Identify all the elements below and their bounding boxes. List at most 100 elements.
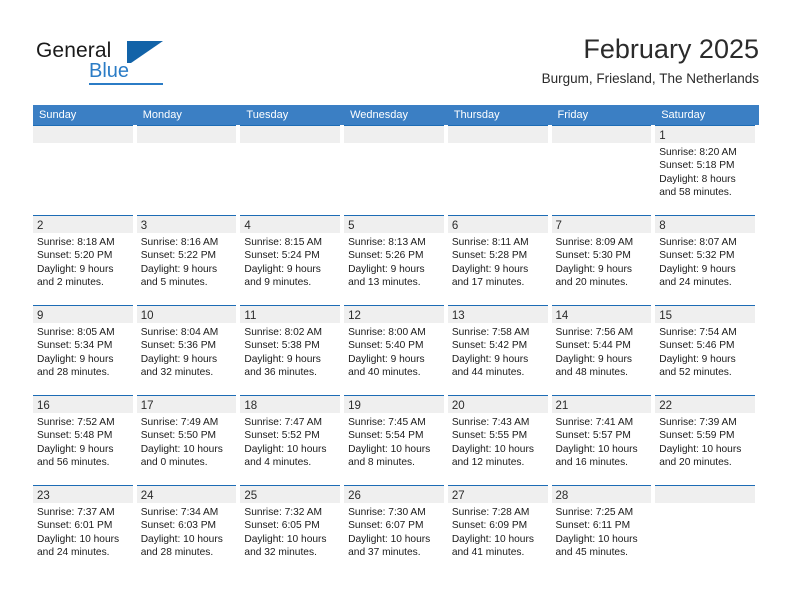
calendar-cell-empty	[136, 125, 241, 215]
day-details: Sunrise: 7:28 AM Sunset: 6:09 PM Daylight:…	[448, 503, 548, 560]
sunrise-text: Sunrise: 7:37 AM	[37, 507, 115, 518]
calendar-cell-empty	[447, 125, 552, 215]
daylight-text: Daylight: 10 hours and 20 minutes.	[659, 443, 742, 469]
day-number-band	[344, 126, 444, 143]
daylight-text: Daylight: 10 hours and 8 minutes.	[348, 443, 431, 469]
sunrise-text: Sunrise: 7:34 AM	[140, 507, 219, 518]
calendar-day-cell[interactable]: 1 Sunrise: 8:20 AM Sunset: 5:18 PM Daylight…	[655, 125, 759, 215]
day-number: 16	[37, 400, 50, 412]
daylight-text: Daylight: 10 hours and 16 minutes.	[555, 443, 638, 469]
calendar-cell-empty	[344, 125, 448, 215]
day-number: 25	[244, 490, 258, 502]
daylight-text: Daylight: 10 hours and 0 minutes.	[140, 443, 223, 469]
calendar-day-cell[interactable]: 9 Sunrise: 8:05 AM Sunset: 5:34 PM Daylight…	[33, 305, 137, 395]
calendar-day-cell[interactable]: 3 Sunrise: 8:16 AM Sunset: 5:22 PM Daylight…	[136, 215, 241, 305]
day-number: 23	[37, 490, 50, 502]
sunrise-text: Sunrise: 8:02 AM	[244, 327, 322, 338]
day-number: 10	[140, 310, 154, 322]
calendar-week-row: 2 Sunrise: 8:18 AM Sunset: 5:20 PM Daylight…	[33, 215, 759, 305]
daylight-text: Daylight: 10 hours and 28 minutes.	[140, 533, 223, 559]
calendar-day-cell[interactable]: 24 Sunrise: 7:34 AM Sunset: 6:03 PM Dayligh…	[136, 485, 241, 575]
day-number-band: 23	[33, 486, 133, 503]
day-details: Sunrise: 8:15 AM Sunset: 5:24 PM Daylight:…	[240, 233, 340, 290]
calendar-day-cell[interactable]: 23 Sunrise: 7:37 AM Sunset: 6:01 PM Dayligh…	[33, 485, 137, 575]
sunset-text: Sunset: 5:30 PM	[555, 250, 631, 262]
calendar-day-cell[interactable]: 21 Sunrise: 7:41 AM Sunset: 5:57 PM Dayligh…	[551, 395, 656, 485]
calendar-day-cell[interactable]: 5 Sunrise: 8:13 AM Sunset: 5:26 PM Daylight…	[344, 215, 448, 305]
day-details: Sunrise: 8:20 AM Sunset: 5:18 PM Daylight:…	[655, 143, 755, 200]
calendar-day-cell[interactable]: 11 Sunrise: 8:02 AM Sunset: 5:38 PM Dayligh…	[240, 305, 344, 395]
calendar-day-cell[interactable]: 25 Sunrise: 7:32 AM Sunset: 6:05 PM Dayligh…	[240, 485, 344, 575]
daylight-text: Daylight: 9 hours and 17 minutes.	[451, 263, 529, 289]
calendar-cell-inner: 20 Sunrise: 7:43 AM Sunset: 5:55 PM Dayligh…	[447, 395, 548, 485]
sunrise-text: Sunrise: 7:41 AM	[555, 417, 634, 428]
calendar-day-cell[interactable]: 13 Sunrise: 7:58 AM Sunset: 5:42 PM Dayligh…	[447, 305, 552, 395]
day-details: Sunrise: 7:32 AM Sunset: 6:05 PM Daylight:…	[240, 503, 340, 560]
weekday-header-friday: Friday	[557, 109, 589, 121]
day-number: 26	[348, 490, 361, 502]
calendar-day-cell[interactable]: 4 Sunrise: 8:15 AM Sunset: 5:24 PM Daylight…	[240, 215, 344, 305]
calendar-day-cell[interactable]: 12 Sunrise: 8:00 AM Sunset: 5:40 PM Dayligh…	[344, 305, 448, 395]
day-number: 24	[140, 490, 154, 502]
sunset-text: Sunset: 5:22 PM	[140, 250, 217, 262]
calendar-cell-inner: 8 Sunrise: 8:07 AM Sunset: 5:32 PM Daylight…	[655, 215, 755, 305]
calendar-day-cell[interactable]: 22 Sunrise: 7:39 AM Sunset: 5:59 PM Dayligh…	[655, 395, 759, 485]
day-number: 19	[348, 400, 361, 412]
brand-logo[interactable]: General Blue	[33, 33, 263, 91]
day-number-band: 27	[447, 486, 548, 503]
weekday-header-thursday: Thursday	[453, 109, 500, 121]
day-details: Sunrise: 8:11 AM Sunset: 5:28 PM Daylight:…	[448, 233, 548, 290]
day-number-band	[447, 126, 548, 143]
sunset-text: Sunset: 5:50 PM	[140, 430, 217, 442]
sunrise-text: Sunrise: 7:54 AM	[659, 327, 737, 338]
calendar-day-cell[interactable]: 27 Sunrise: 7:28 AM Sunset: 6:09 PM Dayligh…	[447, 485, 552, 575]
page-subtitle: Burgum, Friesland, The Netherlands	[541, 71, 759, 86]
calendar-day-cell[interactable]: 8 Sunrise: 8:07 AM Sunset: 5:32 PM Daylight…	[655, 215, 759, 305]
calendar-week-row: 1 Sunrise: 8:20 AM Sunset: 5:18 PM Daylight…	[33, 125, 759, 215]
calendar-day-cell[interactable]: 2 Sunrise: 8:18 AM Sunset: 5:20 PM Daylight…	[33, 215, 137, 305]
day-number: 12	[348, 310, 361, 322]
day-number-band	[551, 126, 652, 143]
calendar-day-cell[interactable]: 19 Sunrise: 7:45 AM Sunset: 5:54 PM Dayligh…	[344, 395, 448, 485]
daylight-text: Daylight: 9 hours and 32 minutes.	[140, 353, 218, 379]
sunset-text: Sunset: 5:55 PM	[451, 430, 528, 442]
calendar-day-cell[interactable]: 6 Sunrise: 8:11 AM Sunset: 5:28 PM Daylight…	[447, 215, 552, 305]
calendar-day-cell[interactable]: 17 Sunrise: 7:49 AM Sunset: 5:50 PM Dayligh…	[136, 395, 241, 485]
calendar-cell-inner: 24 Sunrise: 7:34 AM Sunset: 6:03 PM Dayligh…	[136, 485, 237, 575]
calendar-day-cell[interactable]: 7 Sunrise: 8:09 AM Sunset: 5:30 PM Daylight…	[551, 215, 656, 305]
sunrise-text: Sunrise: 8:18 AM	[37, 237, 115, 248]
calendar-cell-inner: 26 Sunrise: 7:30 AM Sunset: 6:07 PM Dayligh…	[344, 485, 444, 575]
calendar-day-cell[interactable]: 15 Sunrise: 7:54 AM Sunset: 5:46 PM Dayligh…	[655, 305, 759, 395]
calendar-cell-empty	[551, 125, 656, 215]
calendar-week-row: 23 Sunrise: 7:37 AM Sunset: 6:01 PM Dayligh…	[33, 485, 759, 575]
calendar-day-cell[interactable]: 26 Sunrise: 7:30 AM Sunset: 6:07 PM Dayligh…	[344, 485, 448, 575]
calendar-day-cell[interactable]: 20 Sunrise: 7:43 AM Sunset: 5:55 PM Dayligh…	[447, 395, 552, 485]
calendar-week-row: 9 Sunrise: 8:05 AM Sunset: 5:34 PM Daylight…	[33, 305, 759, 395]
calendar-cell-inner: 1 Sunrise: 8:20 AM Sunset: 5:18 PM Daylight…	[655, 125, 755, 215]
day-number-band: 25	[240, 486, 341, 503]
day-number: 5	[348, 220, 355, 232]
day-number: 8	[659, 220, 666, 232]
sunrise-text: Sunrise: 7:28 AM	[451, 507, 530, 518]
day-number-band: 16	[33, 396, 133, 413]
day-number: 11	[244, 310, 257, 322]
sunset-text: Sunset: 5:32 PM	[659, 250, 735, 262]
sunrise-text: Sunrise: 7:30 AM	[348, 507, 426, 518]
sunset-text: Sunset: 5:34 PM	[37, 340, 113, 352]
calendar-day-cell[interactable]: 14 Sunrise: 7:56 AM Sunset: 5:44 PM Dayligh…	[551, 305, 656, 395]
daylight-text: Daylight: 10 hours and 37 minutes.	[348, 533, 431, 559]
calendar-cell-inner: 6 Sunrise: 8:11 AM Sunset: 5:28 PM Daylight…	[447, 215, 548, 305]
day-number-band: 26	[344, 486, 444, 503]
day-number-band: 8	[655, 216, 755, 233]
daylight-text: Daylight: 10 hours and 24 minutes.	[37, 533, 120, 559]
day-number-band: 9	[33, 306, 133, 323]
calendar-day-cell[interactable]: 16 Sunrise: 7:52 AM Sunset: 5:48 PM Dayligh…	[33, 395, 137, 485]
day-details: Sunrise: 7:45 AM Sunset: 5:54 PM Daylight:…	[344, 413, 444, 470]
page-title: February 2025	[583, 34, 759, 64]
calendar-day-cell[interactable]: 28 Sunrise: 7:25 AM Sunset: 6:11 PM Dayligh…	[551, 485, 656, 575]
calendar-day-cell[interactable]: 18 Sunrise: 7:47 AM Sunset: 5:52 PM Dayligh…	[240, 395, 344, 485]
day-number: 9	[37, 310, 44, 322]
day-number-band	[655, 486, 755, 503]
calendar-day-cell[interactable]: 10 Sunrise: 8:04 AM Sunset: 5:36 PM Dayligh…	[136, 305, 241, 395]
calendar-cell-inner	[551, 125, 652, 215]
